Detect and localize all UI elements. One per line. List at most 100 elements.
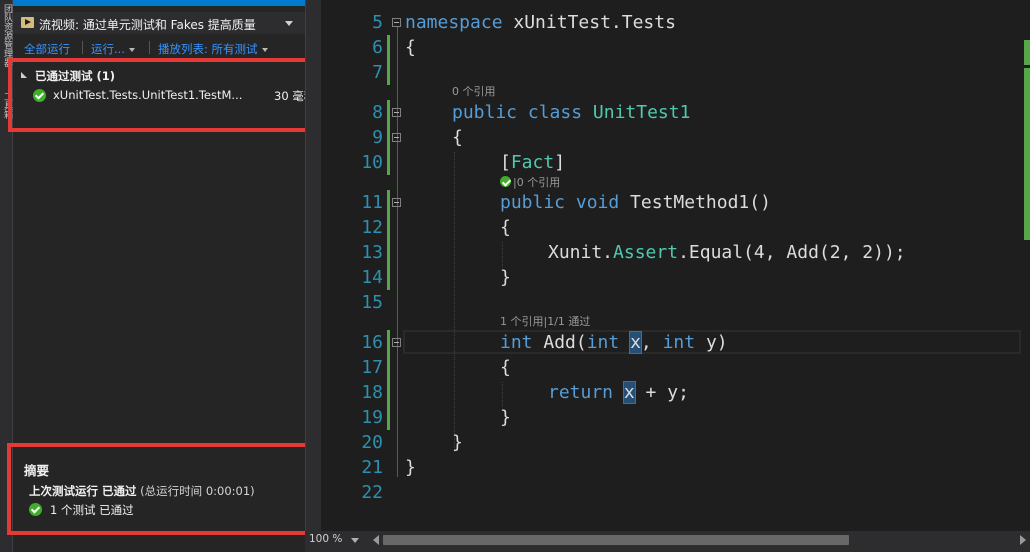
panel-title-accent — [13, 0, 305, 6]
code-line-20: 20 } — [321, 430, 1021, 455]
run-menu-label: 运行... — [91, 42, 125, 56]
test-summary: 摘要 上次测试运行 已通过 (总运行时间 0:00:01) 1 个测试 已通过 — [13, 445, 305, 552]
chevron-down-icon — [128, 47, 135, 52]
scroll-right-arrow-icon[interactable] — [1020, 535, 1026, 545]
codelens-references[interactable]: 0 个引用 — [452, 85, 496, 99]
run-all-button[interactable]: 全部运行 — [24, 41, 70, 57]
code-text: { — [405, 37, 416, 58]
toolbar-separator — [149, 41, 150, 54]
line-number: 20 — [361, 432, 383, 453]
symbol-highlight: x — [622, 381, 636, 404]
test-item[interactable]: xUnitTest.Tests.UnitTest1.TestM... 30 毫秒 — [33, 87, 315, 105]
test-explorer-toolbar: 全部运行 运行... 播放列表: 所有测试 — [13, 38, 305, 58]
code-text: } — [452, 432, 463, 453]
code-text: { — [500, 357, 511, 378]
side-tab-team-explorer[interactable]: 团队资源管理器 — [0, 4, 13, 67]
code-text: namespace xUnitTest.Tests — [405, 12, 676, 33]
fold-toggle-icon[interactable] — [392, 18, 401, 27]
group-count: (1) — [96, 69, 116, 83]
code-text: } — [405, 457, 416, 478]
code-text: } — [500, 267, 511, 288]
group-label: 已通过测试 (1) — [35, 69, 116, 83]
run-menu-button[interactable]: 运行... — [91, 41, 135, 57]
code-text: public void TestMethod1() — [500, 192, 771, 213]
code-line-14: 14 } — [321, 265, 1021, 290]
summary-last-run: 上次测试运行 已通过 (总运行时间 0:00:01) — [29, 483, 255, 499]
scroll-left-arrow-icon[interactable] — [373, 535, 379, 545]
fold-toggle-icon[interactable] — [392, 338, 401, 347]
passed-check-icon — [29, 503, 42, 516]
passed-check-icon — [500, 176, 511, 187]
line-number: 16 — [361, 332, 383, 353]
code-line-8: 8 public class UnitTest1 — [321, 100, 1021, 125]
line-number: 7 — [372, 62, 383, 83]
horizontal-scrollbar-thumb[interactable] — [383, 535, 849, 545]
line-number: 4 — [321, 0, 383, 5]
code-text: } — [500, 407, 511, 428]
code-line-6: 6 { — [321, 35, 1021, 60]
line-number: 8 — [372, 102, 383, 123]
line-number: 15 — [361, 292, 383, 313]
code-line-17: 17 { — [321, 355, 1021, 380]
fold-toggle-icon[interactable] — [392, 133, 401, 142]
line-number: 12 — [361, 217, 383, 238]
line-number: 11 — [361, 192, 383, 213]
codelens-references[interactable]: 1 个引用|1/1 通过 — [500, 315, 590, 329]
code-line-5: 5 namespace xUnitTest.Tests — [321, 10, 1021, 35]
side-tool-strip: 团队资源管理器 工具箱 — [0, 0, 13, 552]
chevron-down-icon[interactable] — [351, 538, 359, 543]
line-number: 6 — [372, 37, 383, 58]
line-number: 14 — [361, 267, 383, 288]
playlist-menu-label: 播放列表: 所有测试 — [158, 42, 258, 56]
test-name: xUnitTest.Tests.UnitTest1.TestM... — [53, 88, 243, 102]
overview-change-mark — [1024, 40, 1030, 65]
summary-last-run-duration: (总运行时间 0:00:01) — [136, 484, 255, 498]
code-line-13: 13 Xunit.Assert.Equal(4, Add(2, 2)); — [321, 240, 1021, 265]
code-line-10: 10 [Fact] — [321, 150, 1021, 175]
summary-last-run-status: 上次测试运行 已通过 — [29, 484, 137, 498]
code-line-22: 22 — [321, 480, 1021, 505]
line-number: 5 — [372, 12, 383, 33]
line-number: 9 — [372, 127, 383, 148]
code-text: Xunit.Assert.Equal(4, Add(2, 2)); — [548, 242, 906, 263]
chevron-down-icon[interactable] — [285, 21, 293, 26]
code-line-9: 9 { — [321, 125, 1021, 150]
editor-bottom-bar: 100 % — [305, 531, 1030, 552]
code-text: { — [452, 127, 463, 148]
passed-check-icon — [33, 89, 46, 102]
video-icon — [21, 17, 34, 28]
fold-toggle-icon[interactable] — [392, 198, 401, 207]
summary-count: 1 个测试 已通过 — [50, 503, 134, 517]
line-number: 21 — [361, 457, 383, 478]
line-number: 13 — [361, 242, 383, 263]
line-number: 17 — [361, 357, 383, 378]
code-text: [Fact] — [500, 152, 566, 173]
code-line-7: 7 — [321, 60, 1021, 85]
code-line-11: 11 public void TestMethod1() — [321, 190, 1021, 215]
code-text: int Add(int x, int y) — [500, 331, 728, 354]
code-line-18: 18 return x + y; — [321, 380, 1021, 405]
side-tab-toolbox[interactable]: 工具箱 — [0, 92, 13, 119]
code-text: return x + y; — [548, 381, 689, 404]
test-explorer-panel: 流视频: 通过单元测试和 Fakes 提高质量 全部运行 运行... 播放列表:… — [7, 0, 326, 552]
zoom-level[interactable]: 100 % — [309, 533, 342, 545]
playlist-bar[interactable]: 流视频: 通过单元测试和 Fakes 提高质量 — [13, 12, 305, 34]
playlist-menu-button[interactable]: 播放列表: 所有测试 — [158, 41, 268, 57]
symbol-highlight: x — [629, 331, 642, 354]
code-editor[interactable]: 4 5 namespace xUnitTest.Tests 6 { 7 0 个引… — [321, 0, 1030, 531]
line-number: 18 — [361, 382, 383, 403]
overview-change-mark — [1024, 145, 1030, 240]
collapse-triangle-icon[interactable] — [21, 72, 27, 78]
toolbar-separator — [82, 41, 83, 54]
panel-splitter[interactable] — [305, 0, 321, 552]
divider — [13, 59, 305, 60]
codelens-test-status[interactable]: |0 个引用 — [500, 175, 560, 190]
code-line-21: 21 } — [321, 455, 1021, 480]
summary-title: 摘要 — [24, 463, 50, 478]
code-line-12: 12 { — [321, 215, 1021, 240]
playlist-title[interactable]: 流视频: 通过单元测试和 Fakes 提高质量 — [39, 16, 256, 33]
code-line-15: 15 — [321, 290, 1021, 315]
code-text: { — [500, 217, 511, 238]
line-number: 10 — [361, 152, 383, 173]
fold-toggle-icon[interactable] — [392, 108, 401, 117]
